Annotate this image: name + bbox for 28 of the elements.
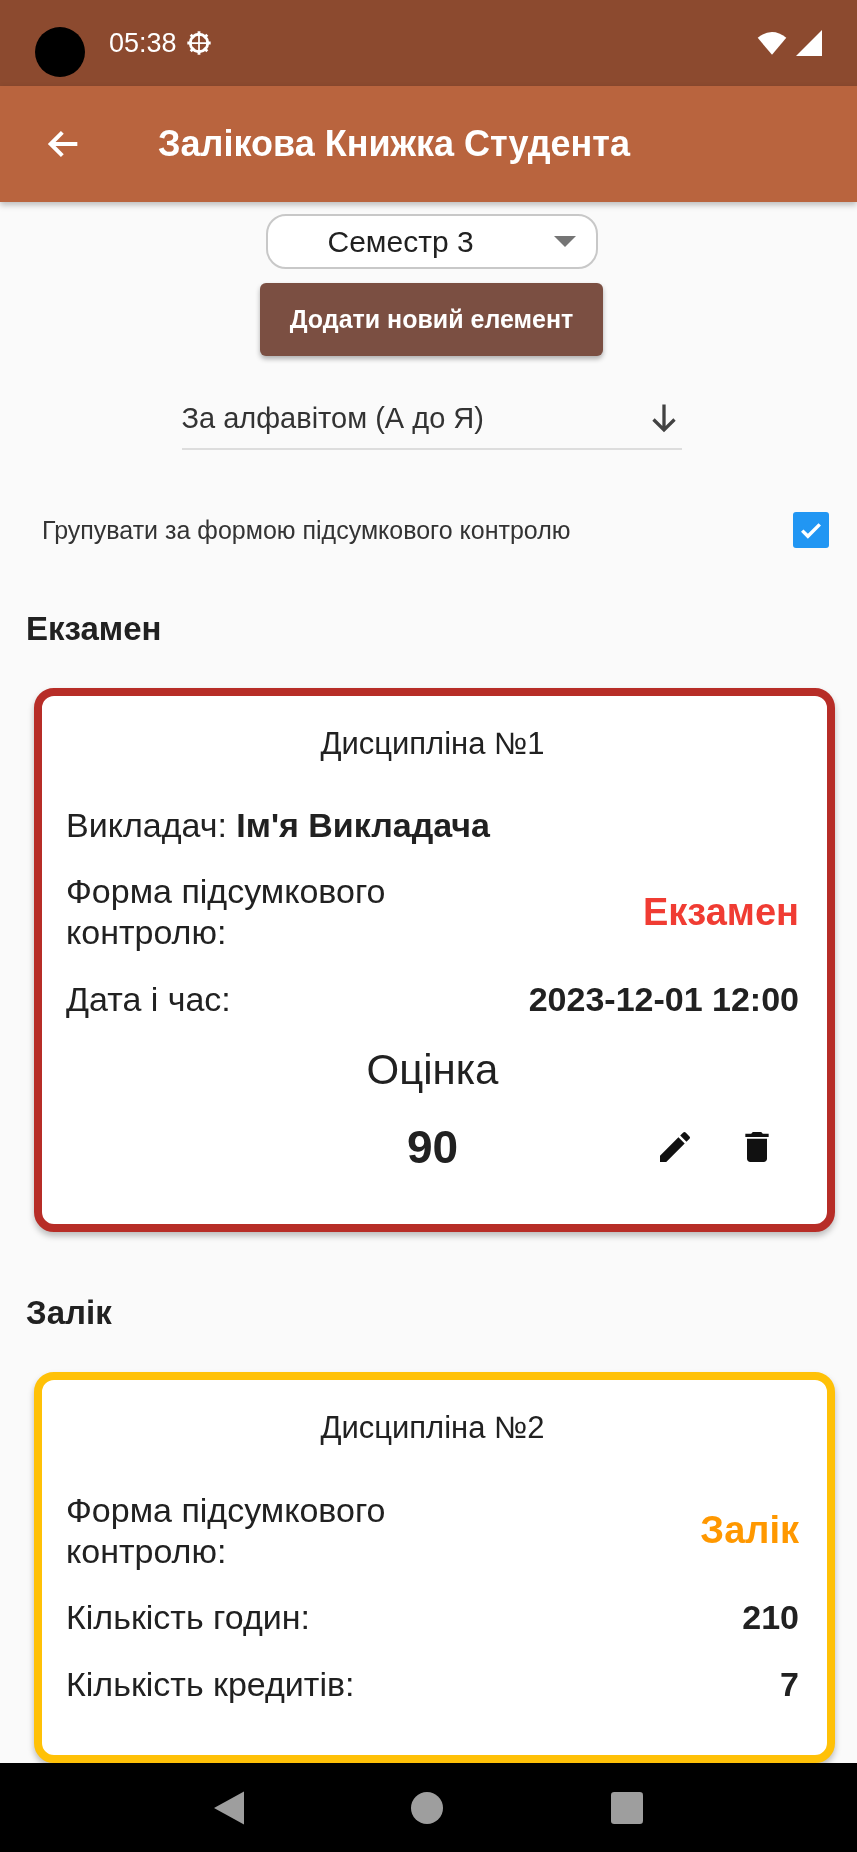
field-label: Форма підсумкового контролю: (66, 1489, 387, 1572)
signal-icon (796, 30, 822, 56)
grade-value: 90 (406, 1119, 459, 1174)
field-label: Форма підсумкового контролю: (66, 871, 387, 953)
sort-dropdown[interactable]: За алфавітом (А до Я) (181, 400, 682, 451)
app-title: Залікова Книжка Студента (158, 123, 630, 165)
gear-icon (184, 29, 213, 57)
field-value: 7 (780, 1665, 799, 1705)
group-heading: Екзамен (26, 610, 163, 649)
field-label: Кількість кредитів: (66, 1664, 355, 1705)
status-time: 05:38 (109, 27, 177, 59)
discipline-title: Дисципліна №1 (319, 726, 546, 763)
field-value: Екзамен (642, 890, 799, 934)
back-nav-icon[interactable] (213, 1790, 244, 1825)
recents-nav-icon[interactable] (611, 1791, 644, 1824)
field-value: 2023-12-01 12:00 (528, 979, 799, 1019)
discipline-title: Дисципліна №2 (319, 1409, 546, 1446)
camera-cutout (35, 27, 85, 77)
group-heading: Залік (26, 1293, 113, 1332)
group-option-label: Групувати за формою підсумкового контролю (42, 515, 571, 545)
grade-label: Оцінка (365, 1045, 500, 1094)
field-value: Залік (700, 1509, 799, 1553)
field-value: 210 (742, 1598, 799, 1638)
wifi-icon (756, 30, 788, 56)
field-label: Дата і час: (66, 979, 231, 1020)
field-label: Кількість годин: (66, 1597, 310, 1639)
teacher-text: Викладач: Ім'я Викладача (66, 806, 491, 846)
home-nav-icon[interactable] (411, 1791, 444, 1824)
